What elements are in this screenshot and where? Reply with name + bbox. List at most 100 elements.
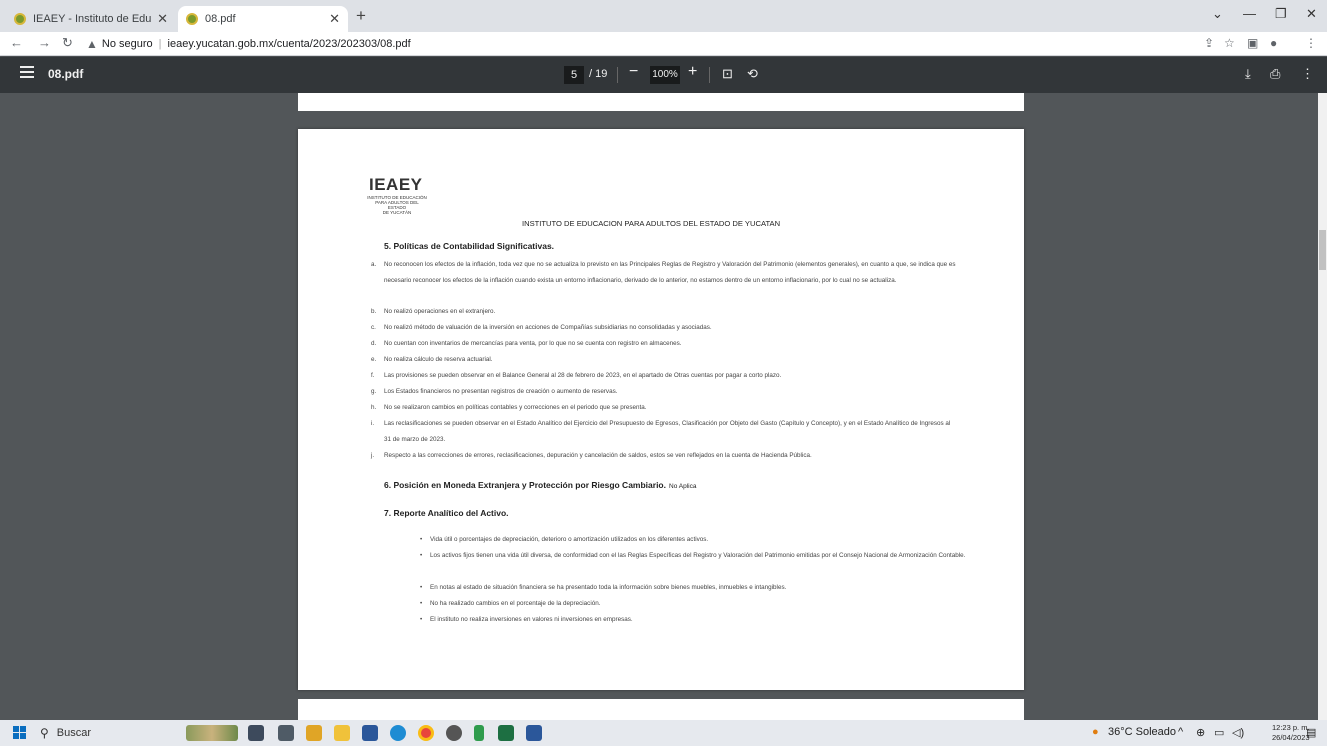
list-item-text: No realizó método de valuación de la inv… [384,324,712,331]
zoom-out-icon[interactable]: − [629,63,638,81]
ieaey-logo: IEAEY INSTITUTO DE EDUCACIÓN PARA ADULTO… [367,175,427,215]
close-tab-icon[interactable]: ✕ [157,11,168,27]
search-highlight-image-icon[interactable] [186,725,238,741]
browser-menu-icon[interactable]: ⋮ [1305,36,1317,50]
close-tab-icon[interactable]: ✕ [329,11,340,27]
tab-search-chevron-icon[interactable]: ⌄ [1212,6,1223,22]
window-close-icon[interactable]: ✕ [1306,6,1317,22]
chrome-icon[interactable] [418,725,434,741]
store-icon[interactable] [306,725,322,741]
url-text[interactable]: ieaey.yucatan.gob.mx/cuenta/2023/202303/… [168,38,411,50]
pdf-toolbar: 08.pdf 5 / 19 − 100% + ⊡ ⟲ ⤓ ⎙ ⋮ [0,57,1327,93]
pdf-page-previous [298,93,1024,111]
list-item-text: No realizó operaciones en el extranjero. [384,308,496,315]
section-6-note: No Aplica [669,483,697,490]
word-icon[interactable] [526,725,542,741]
system-clock[interactable]: 12:23 p. m. 26/04/2023 [1272,723,1310,743]
notifications-icon[interactable]: ▤ [1306,726,1316,739]
search-icon: ⚲ [40,726,49,740]
rotate-icon[interactable]: ⟲ [747,66,758,82]
new-tab-icon[interactable]: + [356,6,366,26]
profile-avatar-icon[interactable]: ● [1270,36,1277,50]
not-secure-warning-icon[interactable]: ▲ [86,37,98,51]
scrollbar-thumb[interactable] [1319,230,1326,270]
bullet-item: • En notas al estado de situación financi… [420,580,970,596]
forward-icon[interactable]: → [38,35,51,50]
bullet-marker: • [420,584,423,591]
pdf-viewer[interactable]: IEAEY INSTITUTO DE EDUCACIÓN PARA ADULTO… [0,93,1318,720]
toolbar-divider [709,67,710,83]
browser-tab-active[interactable]: 08.pdf ✕ [178,6,348,32]
restore-icon[interactable]: ❐ [1275,6,1287,22]
calculator-icon[interactable] [278,725,294,741]
bullet-item: • El instituto no realiza inversiones en … [420,612,970,628]
list-marker: e. [371,356,377,363]
bullet-item: • Vida útil o porcentajes de depreciación… [420,532,970,548]
list-item-text: No cuentan con inventarios de mercancías… [384,340,682,347]
bullet-item: • Los activos fijos tienen una vida útil … [420,548,970,564]
fit-to-page-icon[interactable]: ⊡ [722,66,733,82]
task-view-icon[interactable] [248,725,264,741]
current-page-input[interactable]: 5 [564,66,584,84]
security-label[interactable]: No seguro [102,38,153,50]
section-6-title: 6. Posición en Moneda Extranjera y Prote… [384,480,696,490]
mail-icon[interactable] [362,725,378,741]
browser-tab[interactable]: IEAEY - Instituto de Educación pa ✕ [6,6,176,32]
section-5-title: 5. Políticas de Contabilidad Significati… [384,241,555,251]
list-item: i. Las reclasificaciones se pueden observ… [371,416,958,447]
back-icon[interactable]: ← [10,35,23,50]
tab-title: 08.pdf [205,13,236,25]
list-item-text: No se realizaron cambios en políticas co… [384,404,647,411]
minimize-icon[interactable]: — [1243,6,1256,21]
site-favicon-icon [186,13,198,25]
clock-time: 12:23 p. m. [1272,723,1310,732]
side-panel-icon[interactable]: ▣ [1247,36,1258,50]
toolbar-divider [617,67,618,83]
clock-date: 26/04/2023 [1272,733,1310,742]
bullet-marker: • [420,536,423,543]
list-item: h. No se realizaron cambios en políticas … [371,400,958,416]
list-item: c. No realizó método de valuación de la i… [371,320,958,336]
settings-gear-icon[interactable] [446,725,462,741]
weather-text[interactable]: 36°C Soleado [1108,726,1176,738]
list-item: d. No cuentan con inventarios de mercancí… [371,336,958,352]
battery-icon[interactable]: ▭ [1214,726,1224,739]
file-explorer-icon[interactable] [334,725,350,741]
bullet-text: Vida útil o porcentajes de depreciación,… [430,536,709,543]
download-icon[interactable]: ⤓ [1245,66,1251,82]
list-item: j. Respecto a las correcciones de errores… [371,448,958,464]
list-item-text: Las provisiones se pueden observar en el… [384,372,782,379]
share-icon[interactable]: ⇪ [1204,36,1214,50]
reload-icon[interactable]: ↻ [62,35,73,51]
address-bar[interactable]: ▲ No seguro | ieaey.yucatan.gob.mx/cuent… [86,34,411,54]
list-marker: a. [371,261,377,268]
weather-sun-icon[interactable]: ● [1092,726,1099,738]
bookmark-star-icon[interactable]: ☆ [1224,36,1235,50]
bullet-text: El instituto no realiza inversiones en v… [430,616,633,623]
bullet-marker: • [420,552,423,559]
zoom-in-icon[interactable]: + [688,63,697,81]
print-icon[interactable]: ⎙ [1270,66,1280,82]
logo-subtext-line: PARA ADULTOS DEL ESTADO [375,200,419,210]
taskbar-search[interactable]: ⚲ Buscar [40,720,176,746]
list-item-text: Los Estados financieros no presentan reg… [384,388,618,395]
zoom-level-input[interactable]: 100% [650,66,680,84]
total-pages: / 19 [589,68,608,80]
search-placeholder: Buscar [56,727,92,739]
windows-start-icon[interactable] [13,726,27,740]
tray-chevron-icon[interactable]: ^ [1178,726,1183,738]
browser-tab-strip: IEAEY - Instituto de Educación pa ✕ 08.p… [0,0,1327,32]
logo-text: IEAEY [369,175,423,194]
list-marker: j. [371,452,375,459]
pdf-menu-icon[interactable] [20,66,34,80]
volume-icon[interactable]: ◁) [1232,726,1244,739]
excel-icon[interactable] [498,725,514,741]
browser-toolbar: ← → ↻ ▲ No seguro | ieaey.yucatan.gob.mx… [0,32,1327,56]
app-icon[interactable] [474,725,484,741]
pdf-more-icon[interactable]: ⋮ [1301,66,1314,82]
pdf-scrollbar[interactable] [1318,93,1327,720]
network-icon[interactable]: ⊕ [1196,726,1205,739]
edge-icon[interactable] [390,725,406,741]
list-marker: d. [371,340,377,347]
list-item-text: Las reclasificaciones se pueden observar… [384,420,951,443]
